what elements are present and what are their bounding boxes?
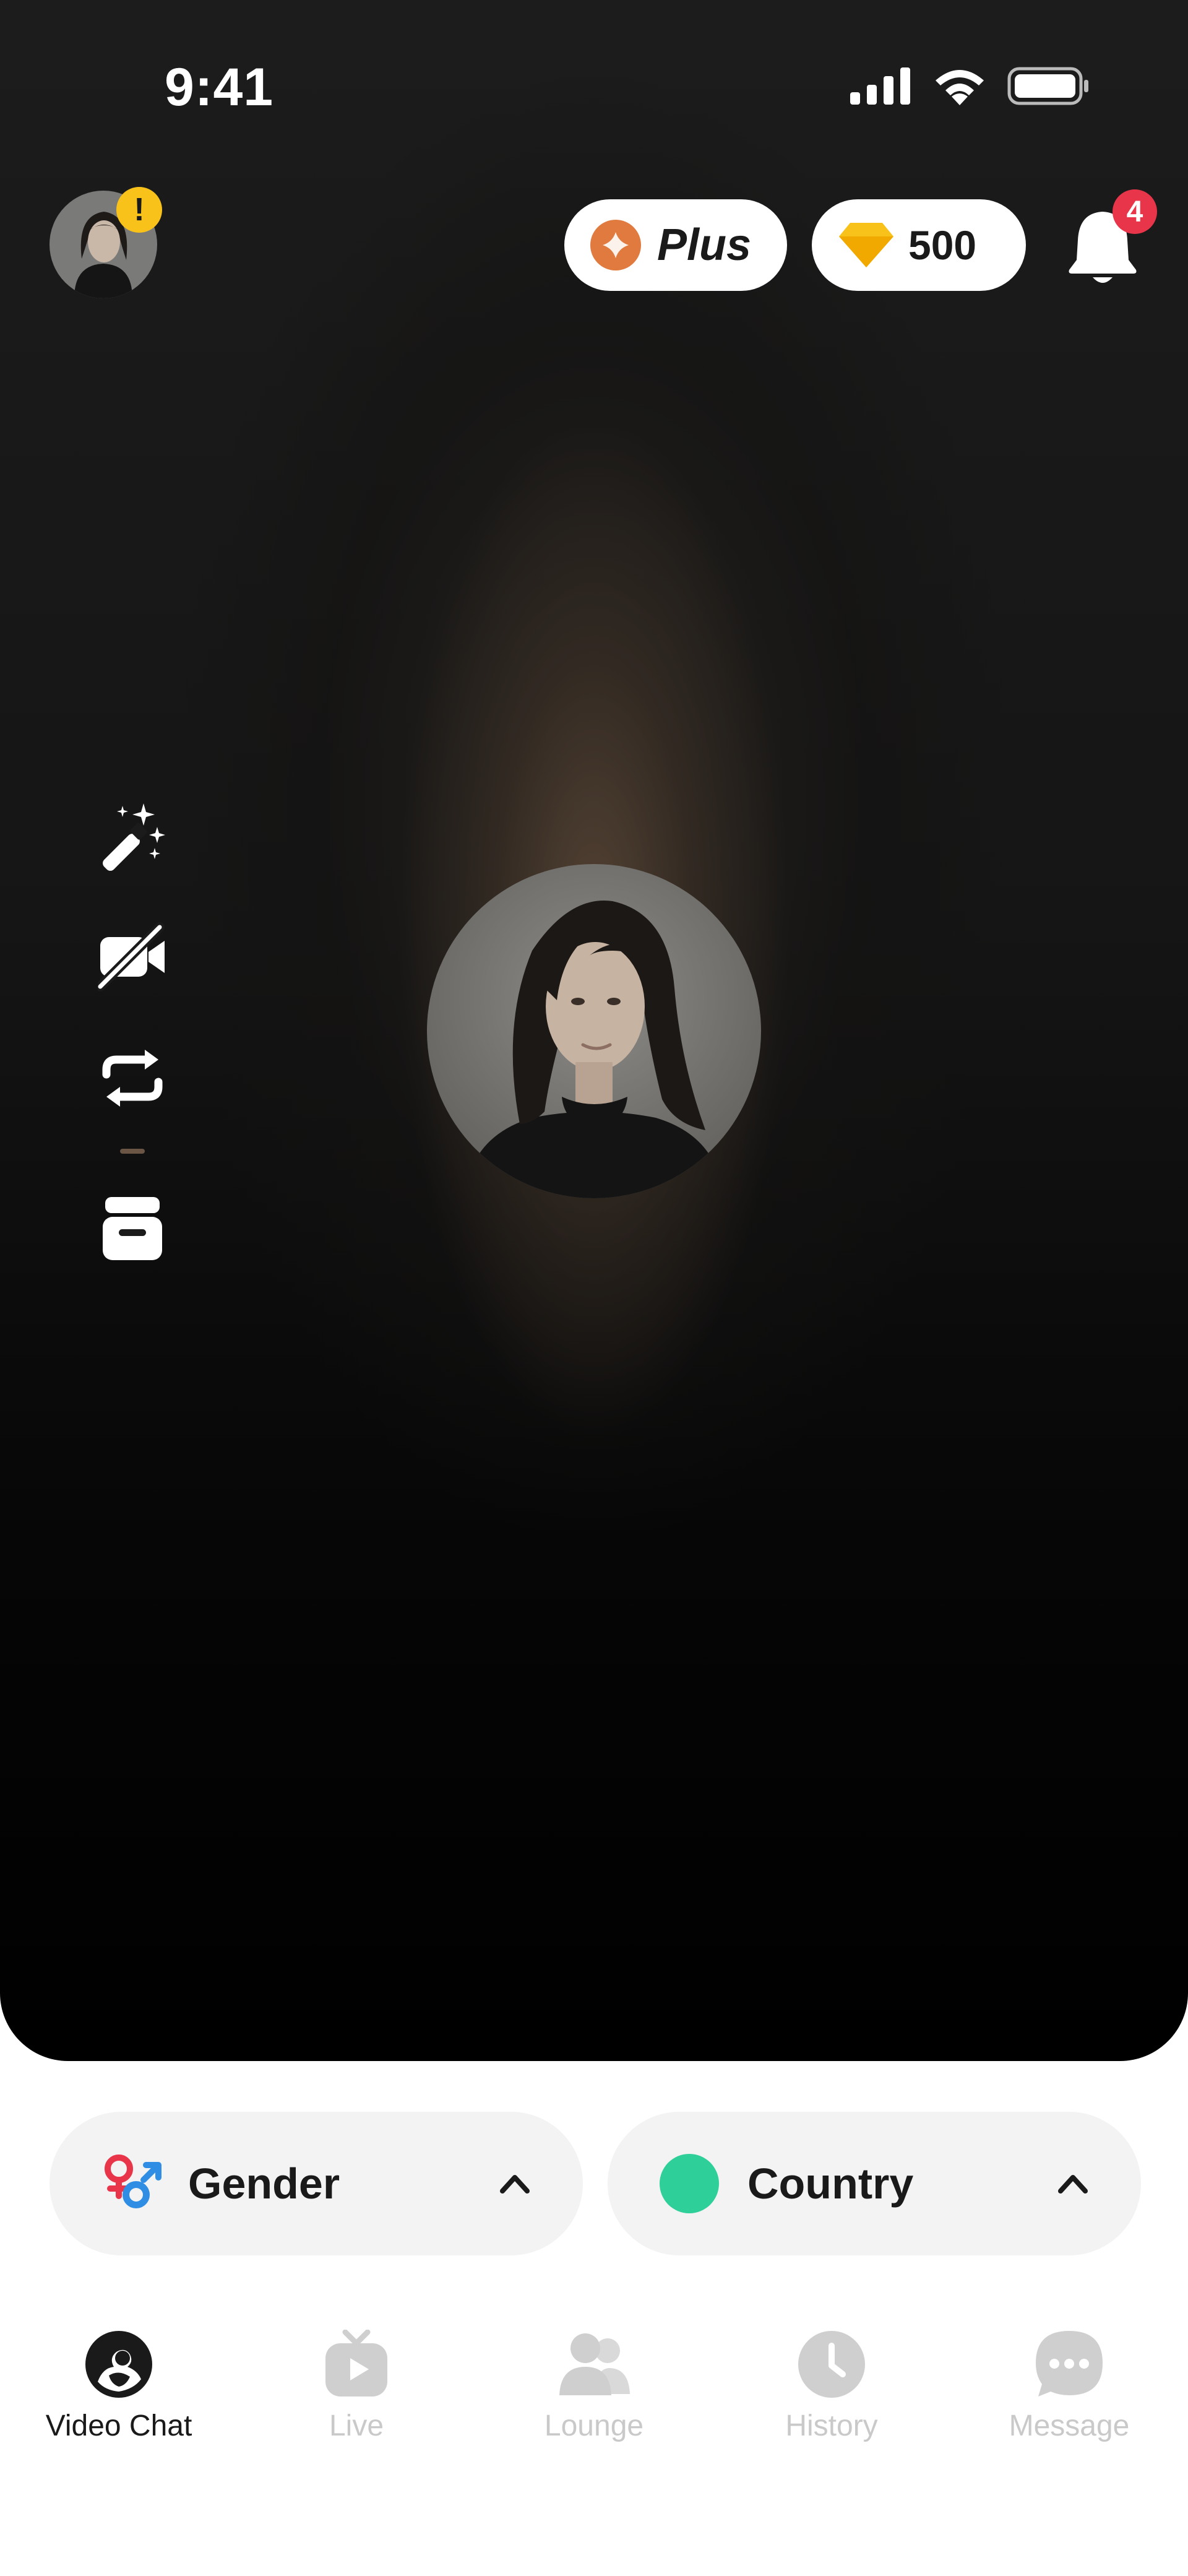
nav-label-live: Live	[329, 2410, 384, 2442]
clock-icon	[798, 2331, 865, 2398]
people-icon	[559, 2333, 630, 2395]
nav-item-video-chat[interactable]: Video Chat	[0, 2327, 238, 2443]
user-photo	[427, 864, 761, 1198]
gems-button[interactable]: 500	[812, 199, 1026, 291]
user-avatar	[427, 864, 761, 1198]
camera-toggle-button[interactable]	[98, 922, 167, 992]
chevron-up-icon	[1058, 2175, 1088, 2193]
switch-camera-icon	[102, 1050, 163, 1107]
warning-badge: !	[116, 187, 162, 233]
gems-count: 500	[908, 222, 977, 268]
video-area: 9:41 ! Plus 500 4	[0, 0, 1188, 2061]
beauty-filter-button[interactable]	[98, 802, 167, 871]
chat-bubble-icon	[1036, 2331, 1103, 2397]
gender-icon	[105, 2155, 161, 2208]
inbox-icon	[103, 1197, 162, 1260]
nav-label-lounge: Lounge	[544, 2410, 644, 2442]
camera-off-icon	[98, 922, 165, 992]
gender-filter-label: Gender	[188, 2159, 340, 2208]
nav-item-message[interactable]: Message	[950, 2327, 1188, 2443]
notification-badge: 4	[1113, 189, 1157, 234]
wifi-icon	[936, 70, 984, 105]
profile-avatar[interactable]: !	[50, 187, 162, 298]
battery-icon	[1007, 67, 1088, 105]
country-filter[interactable]: Country	[608, 2112, 1141, 2255]
plus-label: Plus	[657, 220, 752, 270]
plus-button[interactable]: Plus	[564, 199, 787, 291]
inbox-button[interactable]	[98, 1193, 167, 1263]
video-chat-icon	[85, 2331, 152, 2398]
country-flag-icon	[660, 2154, 719, 2213]
controls-divider	[120, 1149, 145, 1154]
chevron-up-icon	[500, 2175, 530, 2193]
nav-item-lounge[interactable]: Lounge	[475, 2327, 713, 2443]
nav-item-history[interactable]: History	[713, 2327, 950, 2443]
diamond-icon	[839, 223, 893, 267]
cellular-signal-icon	[850, 67, 910, 105]
status-time: 9:41	[165, 58, 274, 117]
live-tv-icon	[325, 2330, 387, 2397]
nav-item-live[interactable]: Live	[238, 2327, 475, 2443]
nav-label-message: Message	[1009, 2410, 1130, 2442]
gender-filter[interactable]: Gender	[50, 2112, 583, 2255]
nav-label-video-chat: Video Chat	[45, 2410, 192, 2442]
nav-label-history: History	[785, 2410, 878, 2442]
status-icons	[850, 67, 1089, 105]
switch-camera-button[interactable]	[98, 1044, 167, 1113]
country-filter-label: Country	[747, 2159, 914, 2208]
magic-wand-icon	[103, 803, 165, 871]
plus-icon	[590, 220, 641, 270]
